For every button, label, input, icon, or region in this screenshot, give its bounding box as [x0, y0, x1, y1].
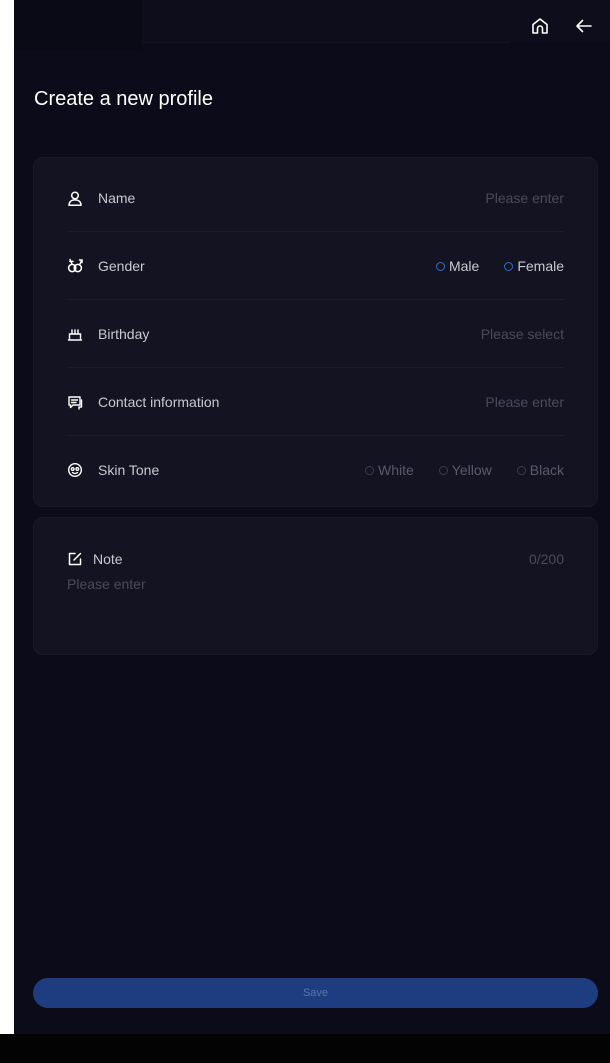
note-label: Note	[93, 551, 123, 567]
radio-icon	[365, 465, 374, 475]
note-card: Note 0/200 Please enter	[33, 517, 598, 655]
cake-icon	[67, 326, 83, 342]
radio-icon	[516, 465, 526, 475]
contact-label: Contact information	[98, 394, 220, 410]
radio-icon	[435, 261, 445, 271]
home-icon[interactable]	[528, 14, 552, 38]
skin-tone-label: Skin Tone	[98, 462, 160, 478]
note-textarea[interactable]: Please enter	[67, 576, 564, 636]
note-counter: 0/200	[528, 551, 564, 567]
gender-label: Gender	[98, 258, 145, 274]
name-input[interactable]: Please enter	[485, 190, 564, 206]
birthday-label: Birthday	[98, 326, 150, 342]
skin-option-black[interactable]: Black	[516, 462, 564, 478]
gender-option-male[interactable]: Male	[435, 258, 479, 274]
chat-icon	[67, 394, 83, 410]
face-icon	[67, 462, 83, 478]
skin-option-yellow[interactable]: Yellow	[438, 462, 492, 478]
gender-icon	[67, 258, 83, 274]
contact-input[interactable]: Please enter	[485, 394, 564, 410]
skin-tone-options: White Yellow Black	[340, 462, 564, 478]
back-arrow-icon[interactable]	[572, 14, 596, 38]
birthday-row[interactable]: Birthday Please select	[67, 300, 564, 368]
name-row[interactable]: Name Please enter	[67, 164, 564, 232]
birthday-select[interactable]: Please select	[481, 326, 564, 342]
profile-form-card: Name Please enter Gender Male Female Bir…	[33, 157, 598, 507]
contact-row[interactable]: Contact information Please enter	[67, 368, 564, 436]
app-screen: Create a new profile Name Please enter G…	[14, 0, 610, 1034]
radio-icon	[504, 261, 514, 271]
note-header: Note 0/200	[67, 551, 564, 567]
save-button[interactable]: Save	[33, 978, 598, 1008]
edit-icon	[67, 551, 83, 567]
gender-option-female[interactable]: Female	[504, 258, 564, 274]
name-label: Name	[98, 190, 136, 206]
skin-tone-row: Skin Tone White Yellow Black	[67, 436, 564, 504]
navigation-bar	[0, 1034, 610, 1063]
gender-options: Male Female	[411, 258, 564, 274]
gender-row: Gender Male Female	[67, 232, 564, 300]
person-icon	[67, 190, 83, 206]
page-title: Create a new profile	[34, 88, 213, 110]
radio-icon	[438, 465, 448, 475]
status-bar	[14, 0, 610, 50]
skin-option-white[interactable]: White	[365, 462, 414, 478]
